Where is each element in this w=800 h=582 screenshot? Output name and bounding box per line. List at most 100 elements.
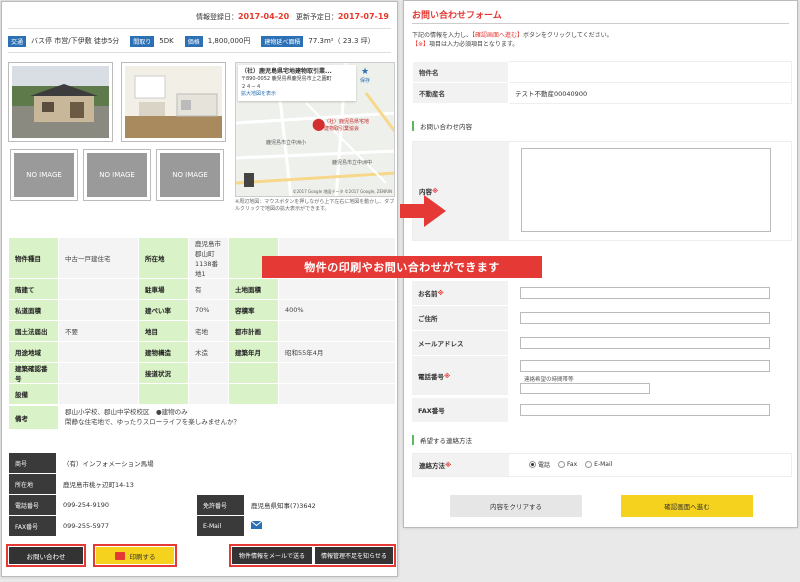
layout-value: 5DK (159, 37, 174, 45)
map-save-label: 保存 (360, 78, 371, 84)
detail-value (188, 383, 229, 405)
map-save-button[interactable]: ★ 保存 (360, 67, 370, 84)
detail-key: 土地面積 (228, 278, 279, 300)
area-value: 77.3m²（ 23.3 坪） (308, 37, 375, 45)
contact-method-row: 連絡方法 ※ 電話 Fax E-Mail (412, 453, 792, 477)
remarks-table: 備考 郡山小学校、郡山中学校校区 ●建物のみ 閑静な住宅地で、ゆったりスローライ… (8, 405, 396, 430)
form-title: お問い合わせフォーム (412, 11, 502, 21)
fax-input[interactable] (520, 404, 770, 416)
price-tag: 価格 (184, 35, 203, 47)
email-input[interactable] (520, 337, 770, 349)
send-mail-button[interactable]: 物件情報をメールで送る (232, 547, 312, 564)
detail-value: 70% (188, 299, 229, 321)
print-button[interactable]: 印刷する (96, 547, 174, 564)
phone-hint: 連絡希望の時間帯等 (524, 377, 574, 383)
map-label-school: 鹿児島市立中洲小 (266, 140, 307, 146)
property-info-table: 物件名 不動産名 テスト不動産00040900 (412, 61, 792, 104)
address-input[interactable] (520, 312, 770, 324)
form-intro: 下記の情報を入力し、【確認画面へ進む】ボタンをクリックしてください。 【※】項目… (412, 31, 613, 49)
name-input[interactable] (520, 287, 770, 299)
shop-fax: 099-255-5977 (56, 515, 197, 537)
map-company: （社）鹿児島県宅地建物取引業... (241, 68, 332, 75)
phone-row: 電話番号 ※ 連絡希望の時間帯等 (412, 356, 792, 396)
date-info: 情報登録日：2017-04-20 更新予定日：2017-07-19 (196, 12, 389, 22)
detail-value (278, 383, 396, 405)
detail-key: 地目 (138, 320, 189, 342)
shop-email-label: E-Mail (196, 515, 245, 537)
map-note: ※周辺地図：マウスボタンを押しながら上下左右に地図を動かし、ダブルクリックで地図… (235, 199, 395, 212)
remarks-line-2: 閑静な住宅地で、ゆったりスローライフを楽しみませんか？ (65, 417, 241, 426)
radio-icon[interactable] (558, 461, 566, 468)
phone-label: 電話番号 ※ (412, 356, 508, 395)
map-address: 〒890-0052 鹿児島県鹿児島市上之園町 (241, 76, 332, 82)
remarks-line-1: 郡山小学校、郡山中学校校区 ●建物のみ (65, 407, 188, 416)
inquiry-button[interactable]: お問い合わせ (9, 547, 83, 564)
detail-key: 設備 (8, 383, 59, 405)
intro-text-2: ボタンをクリックしてください。 (523, 32, 613, 39)
phone-input[interactable] (520, 360, 770, 372)
detail-key: 物件種目 (8, 237, 59, 279)
confirm-button[interactable]: 確認画面へ進む (621, 495, 753, 517)
fax-label: FAX番号 (412, 398, 508, 422)
detail-row: 建築確認番号 接道状況 (8, 362, 396, 384)
radio-selected-icon[interactable] (529, 461, 536, 468)
email-row: メールアドレス (412, 331, 792, 356)
detail-row: 用途地域 建物構造 木造 建築年月 昭和55年4月 (8, 341, 396, 363)
method-radio-email[interactable]: E-Mail (585, 460, 612, 469)
layout-tag: 間取り (130, 35, 155, 47)
phone-time-input[interactable] (520, 383, 650, 394)
method-phone-label: 電話 (538, 462, 551, 469)
no-image-placeholder: NO IMAGE (156, 149, 224, 201)
clear-button[interactable]: 内容をクリアする (450, 495, 582, 517)
divider (412, 23, 789, 24)
map-view[interactable]: （社）鹿児島県宅地建物取引業... 〒890-0052 鹿児島県鹿児島市上之園町… (235, 62, 395, 197)
property-detail-panel: 情報登録日：2017-04-20 更新予定日：2017-07-19 交通 バス停… (1, 1, 398, 577)
registered-label: 情報登録日： (195, 13, 238, 21)
detail-row: 設備 (8, 383, 396, 405)
map-label-school-2: 鹿児島市立中洲中 (332, 160, 373, 166)
remarks-label: 備考 (8, 405, 59, 430)
method-label-text: 連絡方法 (419, 462, 445, 470)
report-button[interactable]: 情報管理不足を知らせる (315, 547, 393, 564)
email-label: メールアドレス (412, 331, 508, 355)
method-radio-phone[interactable]: 電話 (529, 460, 550, 469)
content-row: 内容 ※ (412, 141, 792, 241)
agent-label: 不動産名 (412, 82, 509, 104)
map-enlarge-link[interactable]: 拡大地図を表示 (241, 91, 353, 99)
feature-banner: 物件の印刷やお問い合わせができます (262, 256, 542, 278)
divider (8, 52, 391, 53)
required-mark: ※ (432, 187, 439, 195)
property-name-value (508, 61, 792, 83)
map-address-line2: ２４－４ (241, 83, 262, 90)
photo-interior[interactable] (121, 62, 226, 142)
shop-fax-label: FAX番号 (8, 515, 57, 537)
required-mark: ※ (445, 461, 452, 469)
price-value: 1,800,000円 (207, 37, 251, 45)
detail-value (58, 383, 139, 405)
detail-value (278, 320, 396, 342)
envelope-icon[interactable] (251, 521, 262, 529)
detail-key (228, 383, 279, 405)
detail-value (58, 362, 139, 384)
shop-name-label: 商号 (8, 452, 57, 474)
detail-key: 駐車場 (138, 278, 189, 300)
detail-key: 私道面積 (8, 299, 59, 321)
radio-icon[interactable] (585, 461, 593, 468)
method-options: 電話 Fax E-Mail (529, 460, 620, 469)
section-inquiry: お問い合わせ内容 (412, 121, 472, 131)
detail-value (278, 362, 396, 384)
detail-value: 宅地 (188, 320, 229, 342)
shop-tel: 099-254-9190 (56, 494, 197, 516)
detail-value (58, 278, 139, 300)
shop-email[interactable] (244, 515, 396, 537)
detail-key: 都市計画 (228, 320, 279, 342)
fax-row: FAX番号 (412, 398, 792, 423)
detail-value: 400% (278, 299, 396, 321)
method-fax-label: Fax (567, 461, 578, 468)
photo-exterior[interactable] (8, 62, 113, 142)
method-radio-fax[interactable]: Fax (558, 460, 577, 469)
intro-text: 下記の情報を入力し、 (412, 32, 473, 39)
traffic-value: バス停 市営/下伊敷 徒歩5分 (31, 37, 120, 45)
detail-value: 有 (188, 278, 229, 300)
content-textarea[interactable] (521, 148, 771, 232)
